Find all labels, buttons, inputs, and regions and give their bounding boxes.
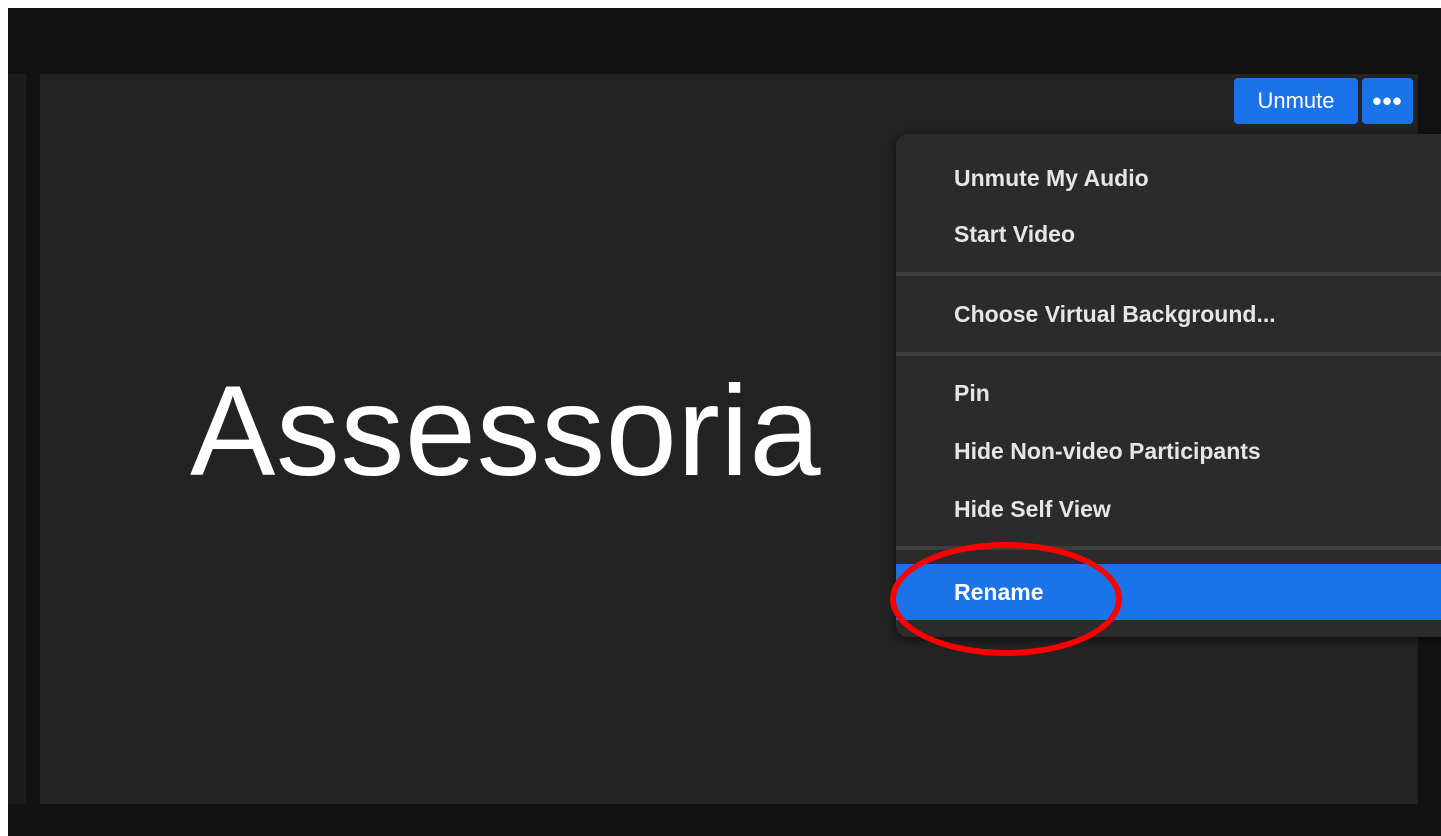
meeting-window: Assessoria Unmute ••• Unmute My Audio St…	[8, 8, 1441, 836]
menu-item-unmute-my-audio[interactable]: Unmute My Audio	[896, 150, 1441, 206]
unmute-button[interactable]: Unmute	[1234, 78, 1358, 124]
menu-item-start-video[interactable]: Start Video	[896, 206, 1441, 262]
menu-item-rename[interactable]: Rename	[896, 564, 1441, 620]
menu-divider	[896, 272, 1441, 276]
more-options-button[interactable]: •••	[1362, 78, 1413, 124]
menu-item-hide-non-video-participants[interactable]: Hide Non-video Participants	[896, 423, 1441, 479]
menu-divider	[896, 546, 1441, 550]
menu-divider	[896, 352, 1441, 356]
participant-context-menu: Unmute My Audio Start Video Choose Virtu…	[896, 134, 1441, 637]
gallery-left-edge	[8, 74, 26, 804]
menu-item-pin[interactable]: Pin	[896, 365, 1441, 421]
menu-item-hide-self-view[interactable]: Hide Self View	[896, 481, 1441, 537]
participant-display-name: Assessoria	[190, 360, 821, 503]
menu-item-choose-virtual-background[interactable]: Choose Virtual Background...	[896, 286, 1441, 342]
